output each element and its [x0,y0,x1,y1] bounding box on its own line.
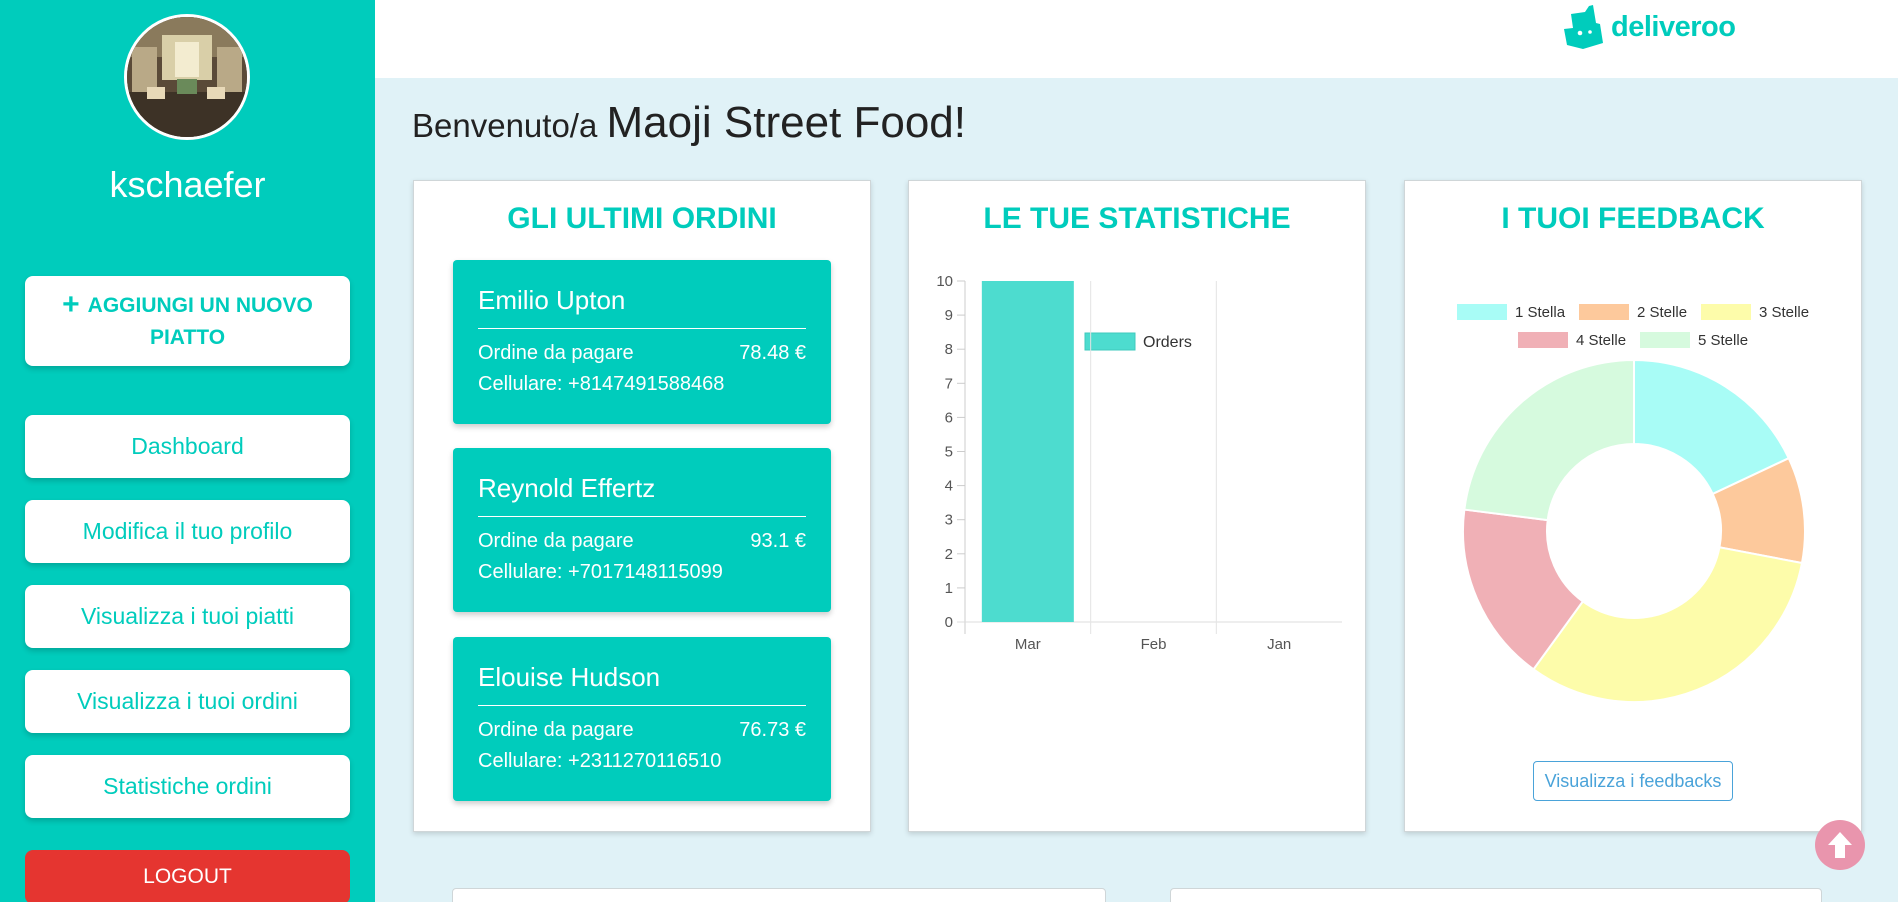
feedback-card: I TUOI FEEDBACK 1 Stella 2 Stelle 3 Stelle… [1404,180,1862,832]
bottom-card [1170,888,1822,902]
order-amount: 93.1 € [750,530,806,552]
order-amount: 78.48 € [739,342,806,364]
welcome-prefix: Benvenuto/a [412,107,598,144]
restaurant-name: Maoji Street Food! [606,98,967,147]
legend-label: 5 Stelle [1698,332,1748,349]
nav-order-stats[interactable]: Statistiche ordini [25,755,350,818]
legend-swatch [1579,304,1629,320]
order-amount: 76.73 € [739,719,806,741]
plus-icon: + [62,287,80,321]
nav-dashboard[interactable]: Dashboard [25,415,350,478]
legend-label: 1 Stella [1515,304,1566,321]
add-dish-button[interactable]: + AGGIUNGI UN NUOVO PIATTO [25,276,350,366]
order-customer-name: Elouise Hudson [478,662,806,706]
nav-view-dishes[interactable]: Visualizza i tuoi piatti [25,585,350,648]
order-card[interactable]: Reynold Effertz Ordine da pagare 93.1 € … [453,448,831,612]
add-dish-label-2: PIATTO [149,325,226,349]
orders-bar-chart: Orders 0 1 2 3 4 5 6 7 8 9 10 Mar Feb Jan [936,273,1342,653]
brand-name: deliveroo [1611,10,1736,43]
arrow-up-icon [1828,832,1852,858]
bar [981,281,1074,622]
x-tick-label: Jan [1267,636,1291,653]
y-tick-label: 4 [945,478,953,495]
view-feedbacks-button[interactable]: Visualizza i feedbacks [1533,761,1733,801]
statistics-card: LE TUE STATISTICHE Orders 0 1 2 3 4 5 6 7 8 9 10 Mar… [908,180,1366,832]
y-tick-label: 5 [945,444,953,461]
order-customer-name: Emilio Upton [478,285,806,329]
deliveroo-logo[interactable]: deliveroo [1563,5,1736,49]
card-title: I TUOI FEEDBACK [1501,202,1765,235]
sidebar: kschaefer + AGGIUNGI UN NUOVO PIATTO Dash… [0,0,375,902]
card-title: GLI ULTIMI ORDINI [507,202,777,235]
y-tick-label: 6 [945,409,953,426]
order-phone: Cellulare: +7017148115099 [478,561,723,583]
card-title: LE TUE STATISTICHE [983,202,1291,235]
kangaroo-icon [1564,5,1603,49]
order-phone: Cellulare: +2311270116510 [478,750,722,772]
nav-edit-profile[interactable]: Modifica il tuo profilo [25,500,350,563]
nav-view-orders[interactable]: Visualizza i tuoi ordini [25,670,350,733]
order-card[interactable]: Emilio Upton Ordine da pagare 78.48 € Ce… [453,260,831,424]
scroll-top-button[interactable] [1815,820,1865,870]
legend-label: Orders [1143,334,1192,351]
order-status: Ordine da pagare [478,342,634,364]
order-status: Ordine da pagare [478,530,634,552]
order-phone: Cellulare: +8147491588468 [478,373,725,395]
feedback-doughnut-chart: 1 Stella 2 Stelle 3 Stelle 4 Stelle 5 Stelle [1457,304,1809,703]
legend-swatch [1518,332,1568,348]
y-tick-label: 10 [936,273,953,290]
y-tick-label: 7 [945,375,953,392]
username: kschaefer [109,164,266,205]
order-card[interactable]: Elouise Hudson Ordine da pagare 76.73 € … [453,637,831,801]
welcome-heading: Benvenuto/a Maoji Street Food! [412,98,966,148]
latest-orders-card: GLI ULTIMI ORDINI Emilio Upton Ordine da… [413,180,871,832]
x-tick-label: Mar [1015,636,1041,653]
legend-label: 2 Stelle [1637,304,1687,321]
legend-swatch [1457,304,1507,320]
order-status: Ordine da pagare [478,719,634,741]
y-tick-label: 3 [945,512,953,529]
legend-label: 4 Stelle [1576,332,1626,349]
legend-label: 3 Stelle [1759,304,1809,321]
logout-button[interactable]: LOGOUT [25,850,350,902]
y-tick-label: 1 [945,580,953,597]
doughnut-slice [1463,358,1635,522]
avatar [124,14,250,140]
y-tick-label: 2 [945,546,953,563]
bottom-card [452,888,1106,902]
y-tick-label: 8 [945,341,953,358]
order-customer-name: Reynold Effertz [478,473,806,517]
legend-swatch [1084,332,1136,351]
add-dish-label-1: AGGIUNGI UN NUOVO [87,293,313,317]
legend-swatch [1701,304,1751,320]
doughnut-slice [1532,546,1804,703]
x-tick-label: Feb [1141,636,1167,653]
y-tick-label: 9 [945,307,953,324]
y-tick-label: 0 [945,614,953,631]
legend-swatch [1640,332,1690,348]
